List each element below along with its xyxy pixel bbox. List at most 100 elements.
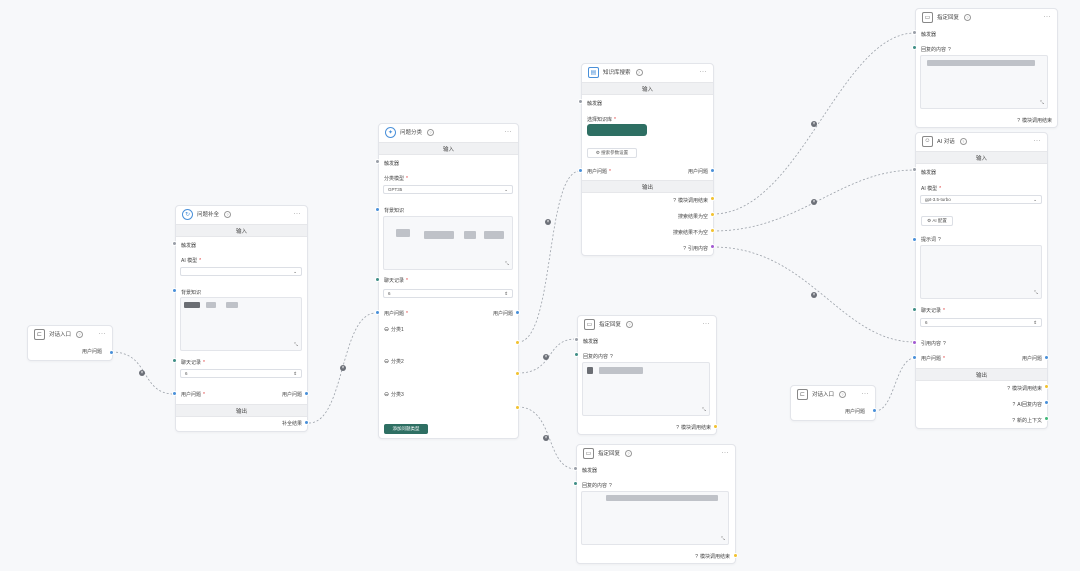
- quote-handle[interactable]: [710, 244, 715, 249]
- category-3-handle[interactable]: [515, 405, 520, 410]
- expand-icon[interactable]: ⤡: [294, 342, 298, 348]
- history-handle[interactable]: [912, 307, 917, 312]
- expand-icon[interactable]: ⤡: [1034, 290, 1038, 296]
- background-textarea[interactable]: ⤡: [383, 216, 513, 270]
- more-icon[interactable]: ···: [1044, 14, 1052, 20]
- call-end-handle[interactable]: [733, 553, 738, 558]
- reply-content-textarea[interactable]: ⤡: [582, 362, 710, 416]
- user-q-in-handle[interactable]: [172, 391, 177, 396]
- help-icon[interactable]: ?: [959, 137, 967, 145]
- expand-icon[interactable]: ⤡: [505, 261, 509, 267]
- user-q-out-handle[interactable]: [1044, 355, 1049, 360]
- call-end-handle[interactable]: [710, 196, 715, 201]
- quote-in-handle[interactable]: [912, 340, 917, 345]
- ai-reply-handle[interactable]: [1044, 400, 1049, 405]
- edge-delete-3[interactable]: ×: [545, 219, 551, 225]
- selected-kb[interactable]: [587, 124, 647, 136]
- edge-delete-4[interactable]: ×: [543, 354, 549, 360]
- more-icon[interactable]: ···: [862, 391, 870, 397]
- trigger-handle[interactable]: [578, 99, 583, 104]
- trigger-handle[interactable]: [912, 30, 917, 35]
- history-handle[interactable]: [172, 358, 177, 363]
- edge-delete-7[interactable]: ×: [811, 199, 817, 205]
- user-q-out-handle[interactable]: [710, 168, 715, 173]
- reply-content-textarea[interactable]: ⤡: [581, 491, 729, 545]
- content-handle[interactable]: [912, 45, 917, 50]
- category-1[interactable]: 分类1: [391, 326, 404, 333]
- help-icon[interactable]: ?: [626, 320, 634, 328]
- ai-config-button[interactable]: ⚙ AI 配置: [921, 216, 953, 226]
- background-textarea[interactable]: ⤡: [180, 297, 302, 351]
- call-end-handle[interactable]: [1044, 384, 1049, 389]
- category-2[interactable]: 分类2: [391, 358, 404, 365]
- trigger-handle[interactable]: [573, 466, 578, 471]
- node-ai-chat[interactable]: ☺ AI 对话 ? ··· 输入 触发器 AI 模型 * gpt-3.5-turb…: [915, 132, 1048, 429]
- prompt-textarea[interactable]: ⤡: [920, 245, 1042, 299]
- category-3[interactable]: 分类3: [391, 391, 404, 398]
- category-1-handle[interactable]: [515, 340, 520, 345]
- edge-delete-2[interactable]: ×: [340, 365, 346, 371]
- more-icon[interactable]: ···: [700, 69, 708, 75]
- user-q-out-handle[interactable]: [304, 391, 309, 396]
- trigger-handle[interactable]: [574, 337, 579, 342]
- bg-handle[interactable]: [375, 207, 380, 212]
- more-icon[interactable]: ···: [505, 129, 513, 135]
- edge-delete-1[interactable]: ×: [139, 370, 145, 376]
- expand-icon[interactable]: ⤡: [721, 536, 725, 542]
- history-handle[interactable]: [375, 277, 380, 282]
- edge-delete-6[interactable]: ×: [811, 121, 817, 127]
- node-question-completion[interactable]: ↻ 问题补全 ? ··· 输入 触发器 AI 模型 * ⌄ 背景知识 ⤡ 聊天记录…: [175, 205, 308, 432]
- result-handle[interactable]: [304, 420, 309, 425]
- node-reply-top[interactable]: ▭ 指定回复 ? ··· 触发器 回复的内容? ⤡ ? 模块调用结束: [915, 8, 1058, 128]
- more-icon[interactable]: ···: [1034, 138, 1042, 144]
- add-question-type-button[interactable]: 添加问题类型: [384, 424, 428, 434]
- ai-model-select[interactable]: gpt-3.5-turbo ⌄: [920, 195, 1042, 204]
- node-chat-entry-1[interactable]: ⊏ 对话入口 ? ··· 用户问题: [27, 325, 113, 361]
- reply-content-textarea[interactable]: ⤡: [920, 55, 1048, 109]
- not-empty-handle[interactable]: [710, 228, 715, 233]
- content-handle[interactable]: [574, 352, 579, 357]
- node-knowledge-search[interactable]: ▤ 知识库搜索 ? ··· 输入 触发器 选择知识库 * ⚙ 搜索参数设置 用户问…: [581, 63, 714, 256]
- help-icon[interactable]: ?: [964, 13, 972, 21]
- edge-delete-5[interactable]: ×: [543, 435, 549, 441]
- trigger-handle[interactable]: [912, 167, 917, 172]
- expand-icon[interactable]: ⤡: [1040, 100, 1044, 106]
- history-stepper[interactable]: 6 ⇕: [920, 318, 1042, 327]
- node-chat-entry-2[interactable]: ⊏ 对话入口 ? ··· 用户问题: [790, 385, 876, 421]
- category-2-handle[interactable]: [515, 371, 520, 376]
- output-handle[interactable]: [109, 350, 114, 355]
- history-stepper[interactable]: 6 ⇕: [383, 289, 513, 298]
- node-question-classify[interactable]: ✦ 问题分类 ? ··· 输入 触发器 分类模型 * GPT35 ⌄ 背景知识 ⤡ …: [378, 123, 519, 439]
- more-icon[interactable]: ···: [99, 331, 107, 337]
- user-q-out-handle[interactable]: [515, 310, 520, 315]
- prompt-handle[interactable]: [912, 237, 917, 242]
- more-icon[interactable]: ···: [294, 211, 302, 217]
- new-context-handle[interactable]: [1044, 416, 1049, 421]
- help-icon[interactable]: ?: [427, 128, 435, 136]
- user-q-in-handle[interactable]: [912, 355, 917, 360]
- node-reply-bottom[interactable]: ▭ 指定回复 ? ··· 触发器 回复的内容? ⤡ ? 模块调用结束: [576, 444, 736, 564]
- help-icon[interactable]: ?: [635, 68, 643, 76]
- more-icon[interactable]: ···: [703, 321, 711, 327]
- help-icon[interactable]: ?: [625, 449, 633, 457]
- more-icon[interactable]: ···: [722, 450, 730, 456]
- history-stepper[interactable]: 6 ⇕: [180, 369, 302, 378]
- content-handle[interactable]: [573, 481, 578, 486]
- user-q-in-handle[interactable]: [375, 310, 380, 315]
- call-end-handle[interactable]: [713, 424, 718, 429]
- output-handle[interactable]: [872, 408, 877, 413]
- expand-icon[interactable]: ⤡: [702, 407, 706, 413]
- empty-handle[interactable]: [710, 212, 715, 217]
- help-icon[interactable]: ?: [839, 390, 847, 398]
- trigger-handle[interactable]: [172, 241, 177, 246]
- edge-delete-8[interactable]: ×: [811, 292, 817, 298]
- help-icon[interactable]: ?: [76, 330, 84, 338]
- model-select[interactable]: GPT35 ⌄: [383, 185, 513, 194]
- user-q-in-handle[interactable]: [578, 168, 583, 173]
- node-reply-middle[interactable]: ▭ 指定回复 ? ··· 触发器 回复的内容? ⤡ ? 模块调用结束: [577, 315, 717, 435]
- bg-handle[interactable]: [172, 288, 177, 293]
- search-params-button[interactable]: ⚙ 搜索参数设置: [587, 148, 637, 158]
- help-icon[interactable]: ?: [224, 210, 232, 218]
- ai-model-select[interactable]: ⌄: [180, 267, 302, 276]
- trigger-handle[interactable]: [375, 159, 380, 164]
